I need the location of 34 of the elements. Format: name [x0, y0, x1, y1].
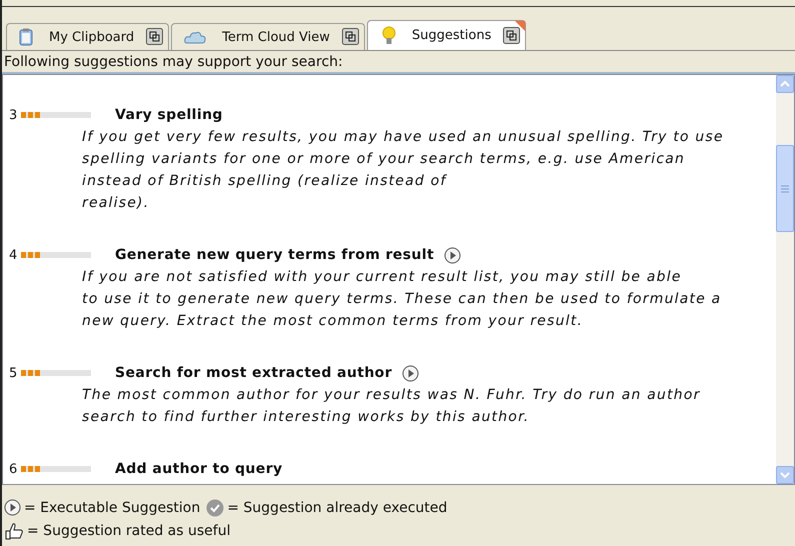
legend-text: = Executable Suggestion — [24, 500, 200, 516]
suggestion-number: 4 — [9, 248, 18, 262]
tab[interactable]: Term Cloud View — [171, 23, 365, 50]
rating-bar — [21, 370, 91, 376]
tab[interactable]: Suggestions — [366, 20, 526, 50]
detach-icon[interactable] — [146, 28, 164, 46]
tab[interactable]: My Clipboard — [6, 23, 170, 50]
scrollbar-thumb[interactable] — [776, 145, 794, 232]
cloud-icon — [184, 30, 206, 44]
suggestion-number: 6 — [9, 462, 18, 476]
suggestion-number: 5 — [9, 366, 18, 380]
suggestion-title[interactable]: Add author to query — [115, 461, 283, 477]
suggestion-title[interactable]: Vary spelling — [115, 107, 223, 123]
rating-bar — [21, 466, 91, 472]
check-icon — [206, 498, 224, 516]
play-icon[interactable] — [402, 364, 420, 382]
corner-marker-icon — [515, 21, 526, 31]
suggestion-number: 3 — [9, 108, 18, 122]
thumbs-up-icon — [4, 522, 24, 540]
legend-text: = Suggestion rated as useful — [27, 522, 230, 538]
suggestion-description: If you are not satisfied with your current result list, you may still be able to use it to generate new query terms. These can then be used to formulate a new query. Extract the most common terms from your result. — [81, 268, 722, 331]
clipboard-icon — [19, 28, 33, 46]
play-icon[interactable] — [444, 246, 462, 264]
lightbulb-icon — [382, 26, 396, 46]
suggestion-description: If you get very few results, you may have used an unusual spelling. Try to use spelling variants for one or more of your search terms, e.g. use American instead of British spelling (realize instead of realise). — [81, 128, 725, 213]
suggestion-title[interactable]: Generate new query terms from result — [115, 247, 434, 263]
legend-text: = Suggestion already executed — [227, 500, 448, 516]
suggestion-description: The most common author for your results was N. Fuhr. Try do run an author search to find further interesting works by this author. — [81, 386, 702, 427]
play-icon — [4, 499, 21, 516]
rating-bar — [21, 252, 91, 258]
rating-bar — [21, 112, 91, 118]
detach-icon[interactable] — [342, 28, 360, 46]
detach-icon[interactable] — [503, 26, 522, 44]
suggestion-title[interactable]: Search for most extracted author — [115, 365, 392, 381]
